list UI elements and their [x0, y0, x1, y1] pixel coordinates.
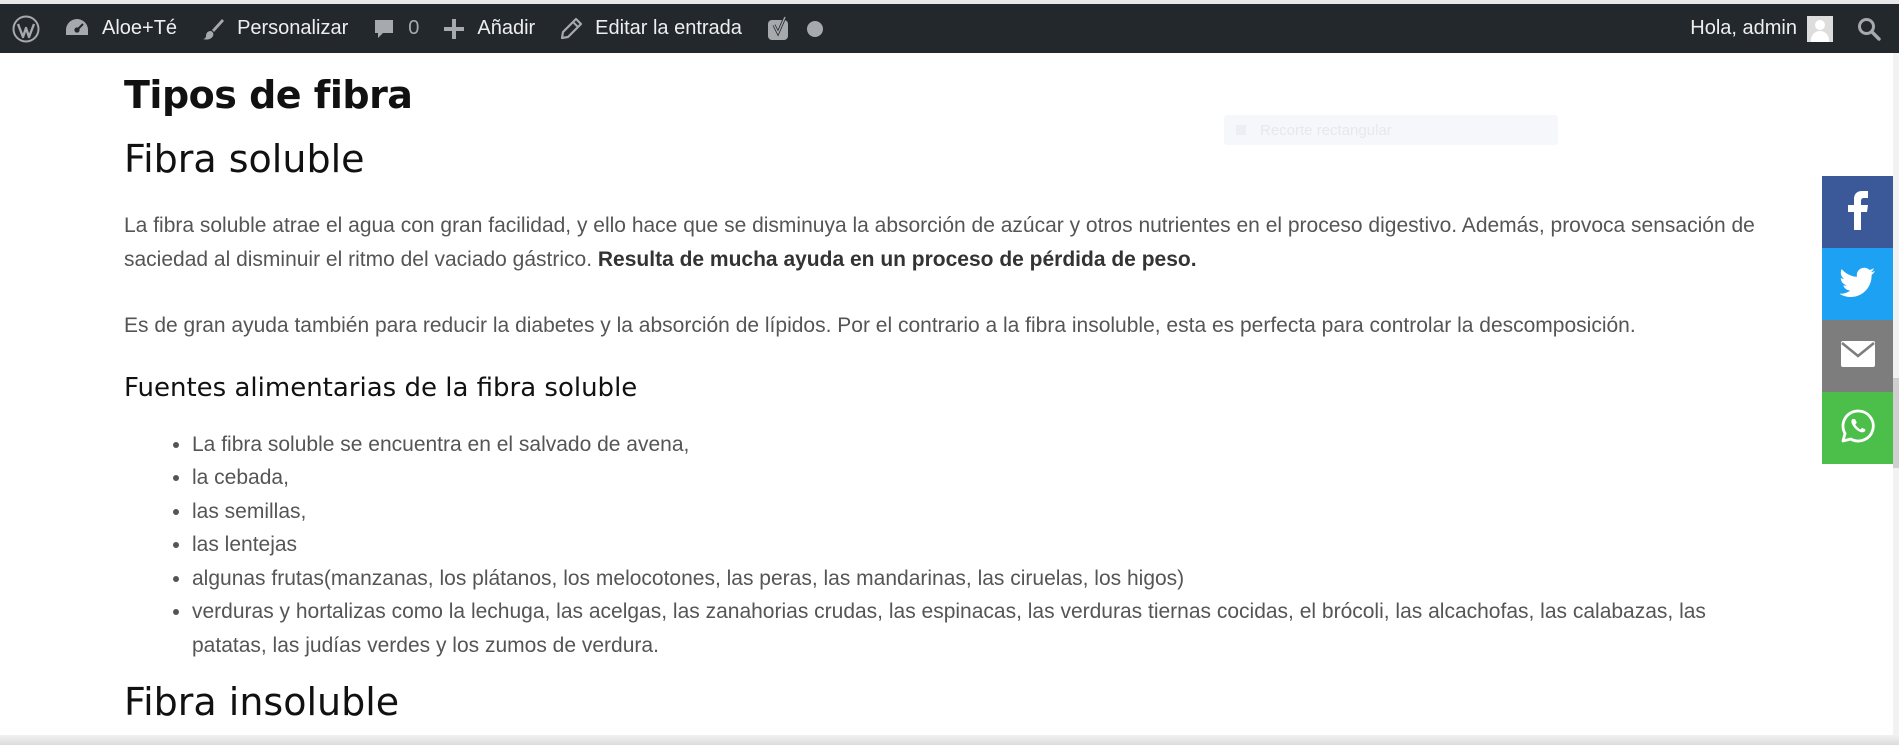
whatsapp-icon	[1840, 408, 1876, 449]
my-account-menu[interactable]: Hola, admin	[1678, 4, 1845, 53]
edit-post-link[interactable]: Editar la entrada	[547, 4, 754, 53]
twitter-icon	[1839, 267, 1876, 302]
site-name-menu[interactable]: Aloe+Té	[52, 4, 189, 53]
customize-link[interactable]: Personalizar	[189, 4, 360, 53]
bottom-edge-shadow	[0, 735, 1899, 745]
admin-bar-secondary: Hola, admin	[1678, 4, 1899, 53]
heading-fuentes-alimentarias: Fuentes alimentarias de la fibra soluble	[124, 372, 638, 403]
status-dot-icon	[806, 20, 824, 38]
social-share-bar	[1822, 176, 1894, 464]
facebook-share-button[interactable]	[1822, 176, 1894, 248]
dashboard-icon	[64, 17, 90, 41]
heading-tipos-de-fibra: Tipos de fibra	[124, 73, 413, 117]
list-item: La fibra soluble se encuentra en el salv…	[192, 428, 1764, 462]
plus-icon	[443, 18, 465, 40]
search-button[interactable]	[1845, 4, 1899, 53]
list-item: la cebada,	[192, 461, 1764, 495]
comments-link[interactable]: 0	[360, 4, 431, 53]
comment-icon	[372, 17, 396, 41]
article-content: Tipos de fibra Fibra soluble La fibra so…	[124, 53, 1764, 724]
facebook-icon	[1847, 190, 1869, 235]
email-icon	[1840, 340, 1876, 373]
page-scrollbar-thumb[interactable]	[1893, 378, 1899, 468]
twitter-share-button[interactable]	[1822, 248, 1894, 320]
whatsapp-share-button[interactable]	[1822, 392, 1894, 464]
brush-icon	[201, 17, 225, 41]
wp-logo-menu[interactable]	[0, 4, 52, 53]
food-sources-list: La fibra soluble se encuentra en el salv…	[124, 428, 1764, 663]
email-share-button[interactable]	[1822, 320, 1894, 392]
heading-fibra-insoluble: Fibra insoluble	[124, 680, 400, 725]
paragraph-soluble-2: Es de gran ayuda también para reducir la…	[124, 313, 1636, 337]
edit-post-label: Editar la entrada	[595, 17, 742, 39]
greeting-label: Hola, admin	[1690, 17, 1797, 39]
site-name-label: Aloe+Té	[102, 17, 178, 39]
search-icon	[1857, 17, 1881, 41]
paragraph-soluble-1: La fibra soluble atrae el agua con gran …	[124, 209, 1764, 277]
list-item: algunas frutas(manzanas, los plátanos, l…	[192, 562, 1764, 596]
comments-count: 0	[408, 17, 420, 39]
wp-admin-bar: Aloe+Té Personalizar 0 Añadir Editar la …	[0, 4, 1899, 53]
list-item: las semillas,	[192, 495, 1764, 529]
list-item: las lentejas	[192, 528, 1764, 562]
pencil-icon	[559, 17, 583, 41]
customize-label: Personalizar	[237, 17, 349, 39]
list-item: verduras y hortalizas como la lechuga, l…	[192, 595, 1764, 662]
yoast-icon	[766, 15, 794, 43]
paragraph-soluble-1-bold: Resulta de mucha ayuda en un proceso de …	[597, 247, 1197, 271]
add-new-label: Añadir	[477, 17, 536, 39]
add-new-menu[interactable]: Añadir	[431, 4, 547, 53]
wordpress-logo-icon	[12, 15, 40, 43]
heading-fibra-soluble: Fibra soluble	[124, 136, 365, 181]
yoast-seo-menu[interactable]	[754, 4, 836, 53]
avatar	[1807, 15, 1833, 42]
